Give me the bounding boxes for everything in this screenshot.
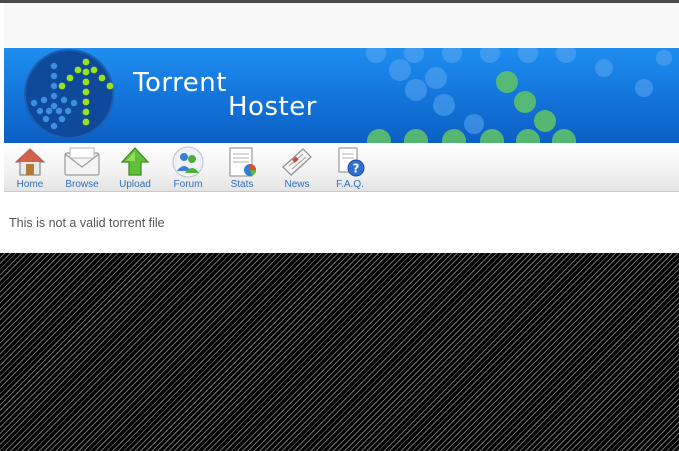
nav-label-home: Home [16, 179, 44, 190]
svg-text:?: ? [353, 162, 360, 176]
chart-icon [229, 147, 256, 177]
nav-home[interactable]: Home [4, 145, 56, 191]
nav-faq[interactable]: ? F.A.Q. [324, 145, 376, 191]
nav-upload[interactable]: Upload [109, 145, 161, 191]
top-bar [4, 3, 679, 48]
upload-arrow-icon [120, 147, 150, 176]
nav-browse[interactable]: Browse [56, 145, 108, 191]
error-message: This is not a valid torrent file [9, 216, 165, 230]
nav-label-faq: F.A.Q. [336, 179, 364, 190]
logo-icon [24, 49, 114, 139]
nav-forum[interactable]: Forum [162, 145, 214, 191]
site-title-line1: Torrent [133, 68, 227, 98]
main-nav: Home Browse Upload Forum Stats News ? F.… [4, 143, 679, 192]
overlay-backdrop [0, 253, 679, 451]
page: Torrent Hoster Home Browse Upload Forum … [0, 3, 679, 253]
nav-label-stats: Stats [230, 179, 254, 190]
nav-label-upload: Upload [119, 179, 151, 190]
nav-label-browse: Browse [65, 179, 99, 190]
nav-news[interactable]: News [271, 145, 323, 191]
banner-graphic [24, 48, 672, 143]
nav-label-news: News [284, 179, 310, 190]
help-icon: ? [338, 147, 365, 177]
nav-label-forum: Forum [173, 179, 203, 190]
users-icon [172, 146, 204, 178]
envelope-icon [64, 147, 100, 176]
nav-stats[interactable]: Stats [216, 145, 268, 191]
newspaper-icon [282, 148, 312, 176]
house-icon [14, 148, 46, 176]
site-banner: Torrent Hoster [4, 48, 679, 143]
site-title-line2: Hoster [228, 92, 317, 122]
